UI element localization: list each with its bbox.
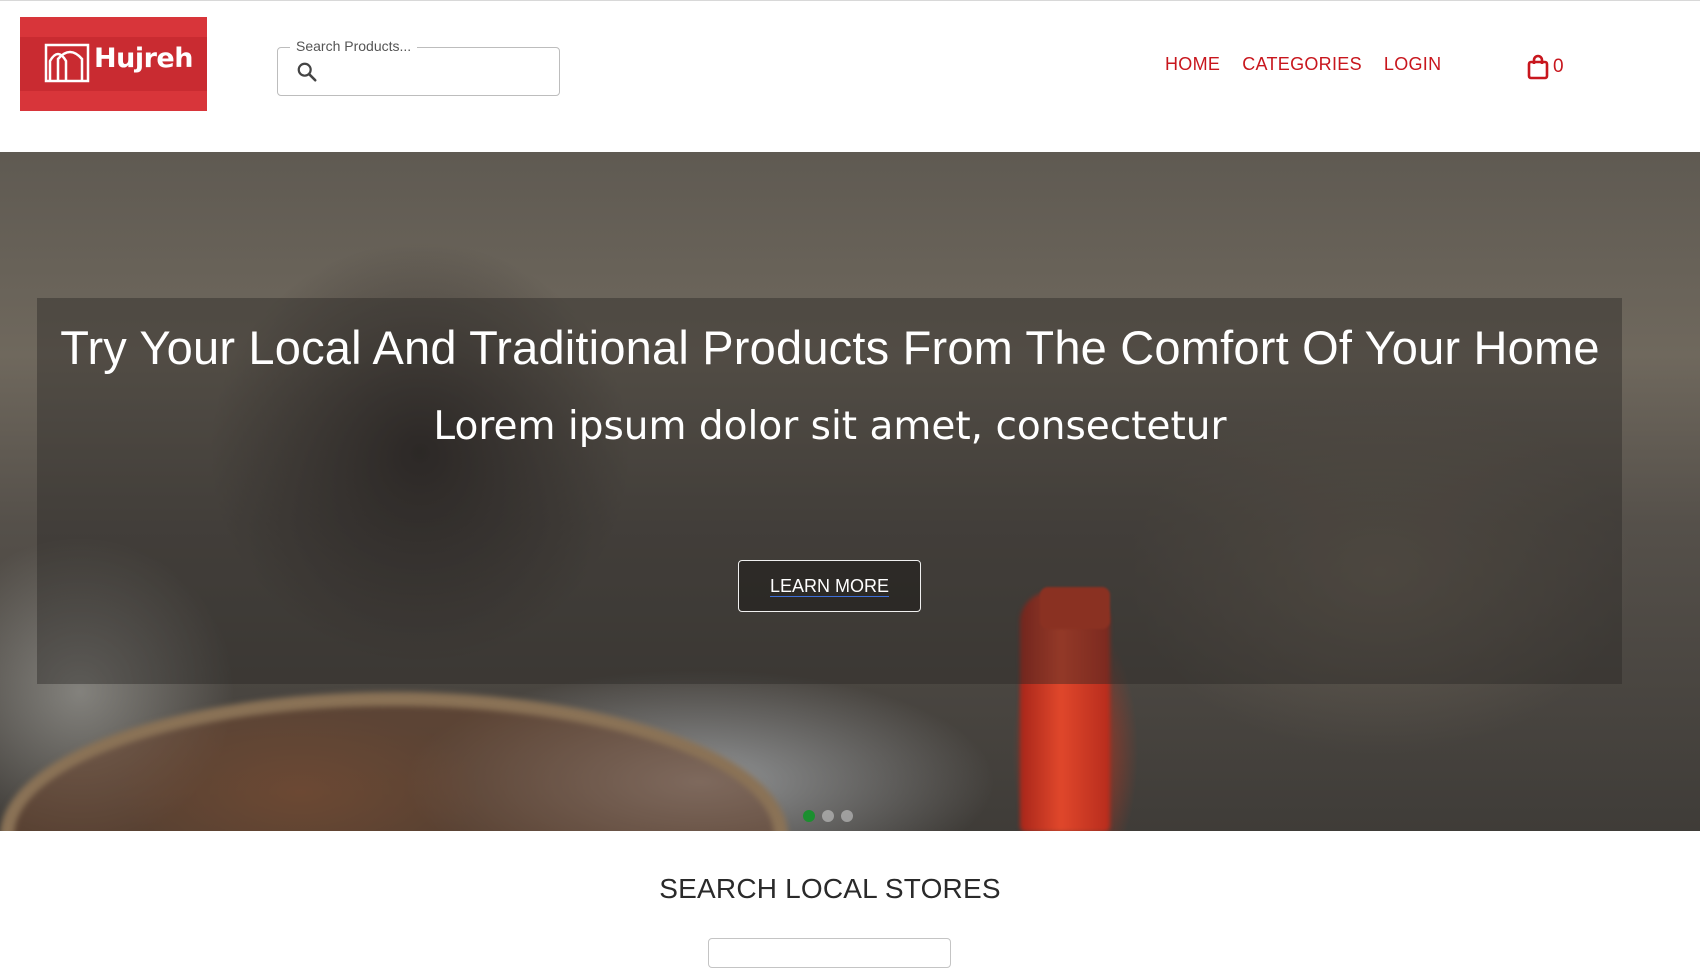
hero-subtitle: Lorem ipsum dolor sit amet, consectetur — [433, 404, 1227, 449]
brand-name: Hujreh — [94, 43, 193, 74]
hero-carousel: Try Your Local And Traditional Products … — [0, 152, 1700, 831]
search-input[interactable] — [330, 56, 549, 90]
search-local-stores-heading: SEARCH LOCAL STORES — [659, 873, 1001, 904]
carousel-dot-1[interactable] — [803, 810, 815, 822]
hero-title: Try Your Local And Traditional Products … — [60, 321, 1600, 374]
carousel-dot-3[interactable] — [841, 810, 853, 822]
cart-count: 0 — [1553, 56, 1564, 77]
store-search-box[interactable] — [708, 938, 951, 968]
nav-login-link[interactable]: LOGIN — [1384, 54, 1442, 75]
site-header: Hujreh Search Products... HOME CATEGORIE… — [0, 1, 1700, 152]
search-icon — [297, 62, 317, 82]
shopping-bag-icon — [1527, 54, 1549, 80]
carousel-indicators — [803, 810, 853, 822]
arch-logo-icon — [44, 43, 90, 83]
brand-logo[interactable]: Hujreh — [20, 17, 207, 111]
cart-button[interactable]: 0 — [1526, 54, 1564, 80]
hero-background-pot — [0, 692, 788, 831]
learn-more-button[interactable]: LEARN MORE — [738, 560, 921, 612]
nav-home-link[interactable]: HOME — [1165, 54, 1220, 75]
search-legend: Search Products... — [290, 38, 418, 54]
product-search-field[interactable]: Search Products... — [277, 38, 560, 96]
main-nav: HOME CATEGORIES LOGIN — [1165, 54, 1441, 75]
carousel-dot-2[interactable] — [822, 810, 834, 822]
nav-categories-link[interactable]: CATEGORIES — [1242, 54, 1362, 75]
